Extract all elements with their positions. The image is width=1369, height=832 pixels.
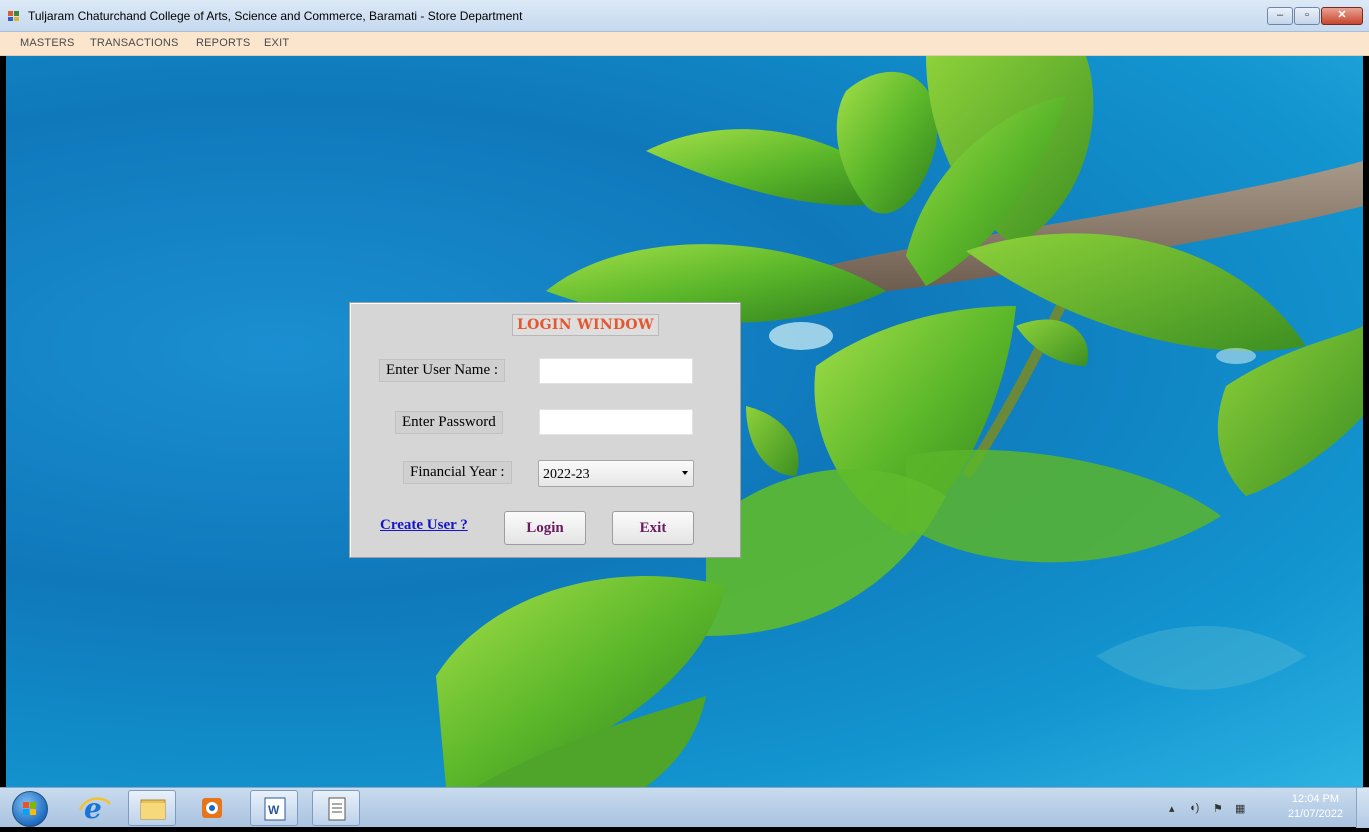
volume-icon[interactable]: ◖): [1189, 802, 1199, 814]
create-user-link[interactable]: Create User ?: [380, 517, 468, 534]
document-icon[interactable]: [312, 790, 360, 826]
taskbar: e W ▴ ◖) ⚑ ▦ 12:04 PM 21/07/2022: [0, 787, 1369, 828]
username-label: Enter User Name :: [379, 359, 506, 382]
menu-reports[interactable]: REPORTS: [196, 37, 250, 49]
svg-text:e: e: [84, 792, 102, 825]
menu-exit[interactable]: EXIT: [264, 37, 289, 49]
show-hidden-icons-icon[interactable]: ▴: [1169, 802, 1175, 815]
menu-transactions[interactable]: TRANSACTIONS: [90, 37, 179, 49]
show-desktop-button[interactable]: [1356, 788, 1369, 828]
clock-time: 12:04 PM: [1291, 793, 1340, 805]
financial-year-label: Financial Year :: [403, 461, 512, 484]
financial-year-select[interactable]: 2022-23: [538, 460, 694, 487]
file-explorer-icon[interactable]: [128, 790, 176, 826]
word-icon[interactable]: W: [250, 790, 298, 826]
login-dialog: LOGIN WINDOW Enter User Name : Enter Pas…: [349, 302, 741, 558]
close-button[interactable]: ✕: [1321, 7, 1363, 25]
financial-year-value: 2022-23: [543, 467, 590, 482]
app-icon: [8, 11, 19, 21]
start-orb[interactable]: [12, 791, 48, 827]
desktop-background: LOGIN WINDOW Enter User Name : Enter Pas…: [6, 56, 1363, 787]
clock[interactable]: 12:04 PM 21/07/2022: [1288, 792, 1343, 822]
username-input[interactable]: [539, 358, 693, 384]
media-player-icon[interactable]: [188, 790, 236, 826]
clock-date: 21/07/2022: [1287, 808, 1343, 820]
action-center-flag-icon[interactable]: ⚑: [1213, 802, 1223, 815]
network-icon[interactable]: ▦: [1235, 802, 1245, 815]
dropdown-arrow-icon: [682, 471, 688, 475]
maximize-button[interactable]: ▫: [1294, 7, 1320, 25]
windows-logo-icon: [23, 802, 36, 815]
menu-bar: MASTERS TRANSACTIONS REPORTS EXIT: [0, 32, 1369, 56]
window-titlebar: Tuljaram Chaturchand College of Arts, Sc…: [0, 0, 1369, 32]
internet-explorer-icon[interactable]: e: [70, 790, 118, 826]
exit-button[interactable]: Exit: [612, 511, 694, 545]
login-window-title: LOGIN WINDOW: [512, 314, 659, 336]
minimize-button[interactable]: –: [1267, 7, 1293, 25]
menu-masters[interactable]: MASTERS: [20, 37, 75, 49]
password-input[interactable]: [539, 409, 693, 435]
window-title: Tuljaram Chaturchand College of Arts, Sc…: [28, 9, 523, 23]
password-label: Enter Password: [395, 411, 503, 434]
system-tray: ▴ ◖) ⚑ ▦ 12:04 PM 21/07/2022: [1169, 788, 1369, 828]
svg-text:W: W: [268, 803, 280, 817]
login-button[interactable]: Login: [504, 511, 586, 545]
